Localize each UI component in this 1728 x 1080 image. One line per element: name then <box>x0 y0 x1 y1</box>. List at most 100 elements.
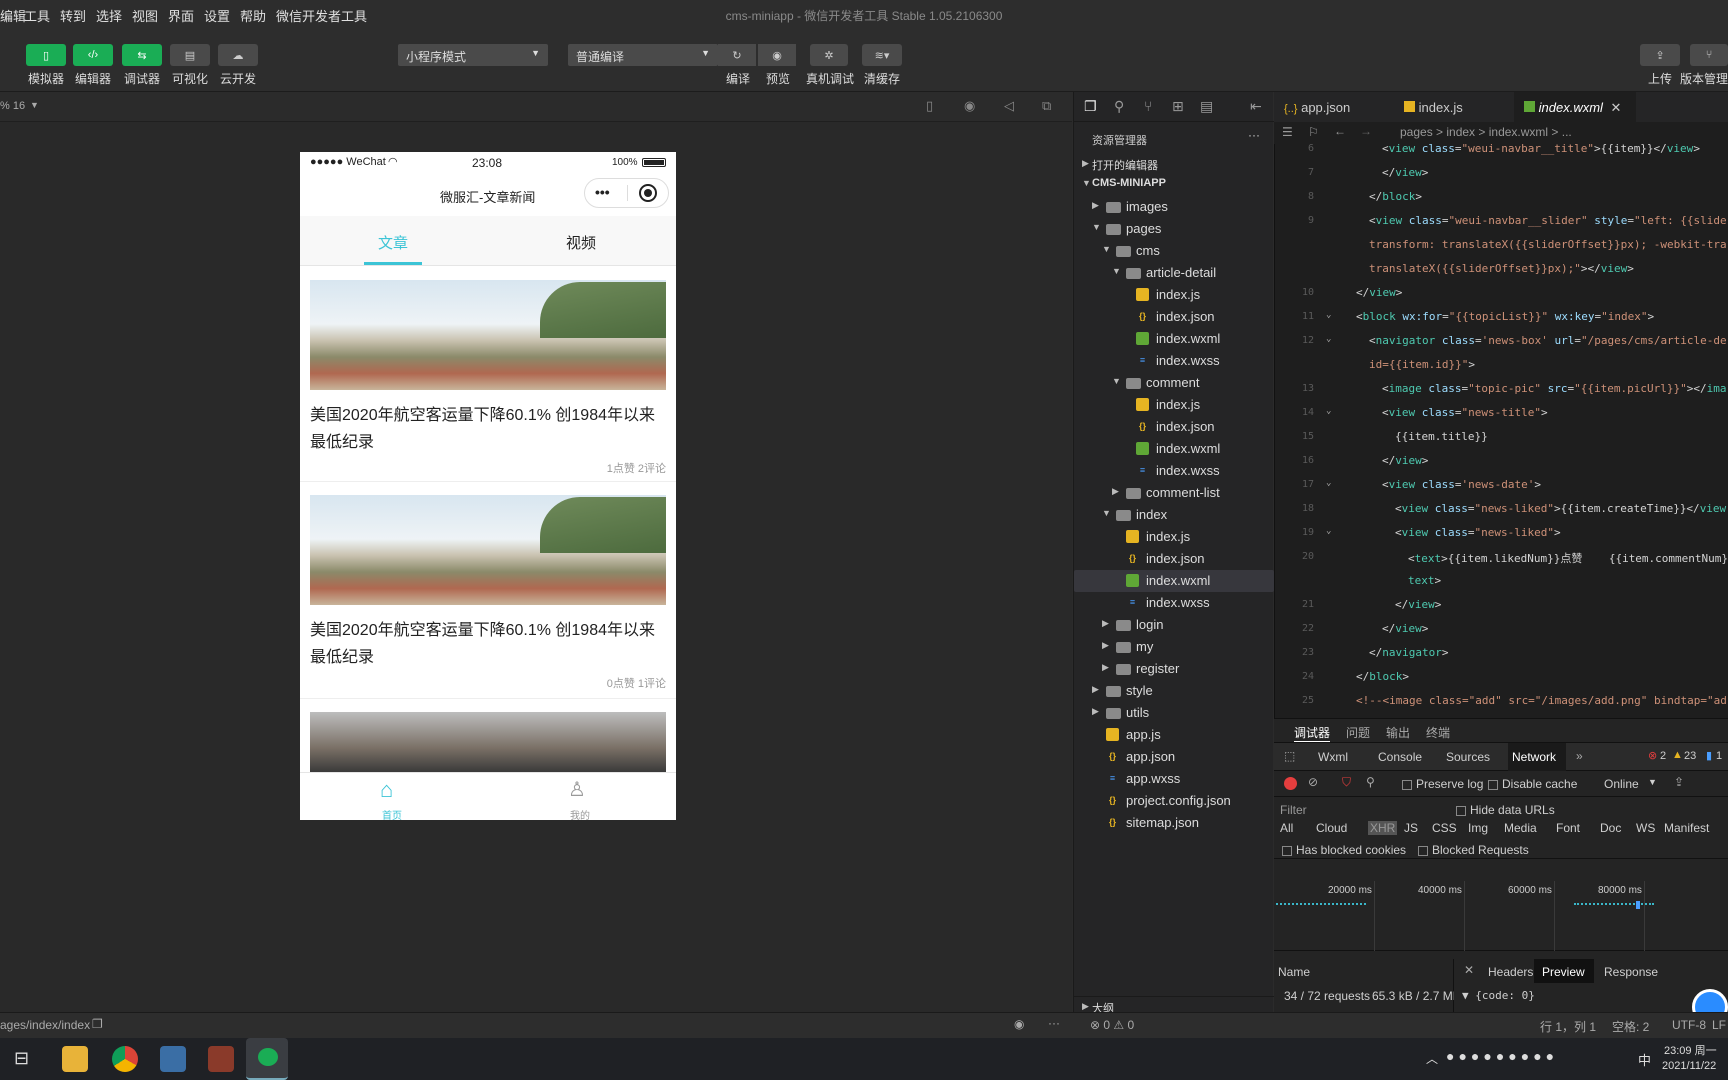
more-tabs-icon[interactable]: » <box>1576 749 1583 763</box>
name-header[interactable]: Name <box>1278 965 1310 979</box>
tree-item[interactable]: ≡ index.wxss <box>1074 592 1274 614</box>
clock-date[interactable]: 2021/11/22 <box>1662 1060 1716 1072</box>
tree-item[interactable]: ▶ style <box>1074 680 1274 702</box>
tree-item[interactable]: app.js <box>1074 724 1274 746</box>
tab-mine-label[interactable]: 我的 <box>570 807 590 820</box>
file-explorer-icon[interactable] <box>62 1046 88 1072</box>
inspect-icon[interactable]: ⬚ <box>1284 749 1295 763</box>
files-icon[interactable]: ❐ <box>1084 98 1097 115</box>
tab-debugger[interactable]: 调试器 <box>1294 724 1331 742</box>
code-line[interactable]: 22 </view> <box>1274 618 1728 642</box>
tab-problems[interactable]: 问题 <box>1346 724 1370 741</box>
code-line[interactable]: translateX({{sliderOffset}}px);"></view> <box>1274 258 1728 282</box>
tab-response[interactable]: Response <box>1604 965 1658 979</box>
editor-toggle-button[interactable]: ‹/› <box>73 44 113 66</box>
tree-item[interactable]: ≡ index.wxss <box>1074 460 1274 482</box>
chrome-icon[interactable] <box>112 1046 138 1072</box>
blocked-cookies-checkbox[interactable]: Has blocked cookies <box>1282 843 1406 857</box>
type-filter-all[interactable]: All <box>1280 821 1293 835</box>
fold-icon[interactable]: ⌄ <box>1326 526 1331 536</box>
tree-item[interactable]: ▼ comment <box>1074 372 1274 394</box>
tree-item[interactable]: {} index.json <box>1074 548 1274 570</box>
warning-count[interactable]: 23 <box>1684 750 1696 762</box>
tree-item[interactable]: {} index.json <box>1074 416 1274 438</box>
type-filter-font[interactable]: Font <box>1556 821 1580 835</box>
tab-console[interactable]: Console <box>1378 750 1422 764</box>
search-icon[interactable]: ⚲ <box>1366 775 1375 789</box>
tree-item[interactable]: {} project.config.json <box>1074 790 1274 812</box>
debugger-toggle-button[interactable]: ⇆ <box>122 44 162 66</box>
image-viewer-icon[interactable] <box>160 1046 186 1072</box>
game-icon[interactable] <box>208 1046 234 1072</box>
tab-app-json[interactable]: {..} app.json <box>1284 92 1394 122</box>
more-icon[interactable]: ··· <box>1248 128 1260 142</box>
tree-item[interactable]: ▶ utils <box>1074 702 1274 724</box>
type-filter-css[interactable]: CSS <box>1432 821 1457 835</box>
code-line[interactable]: 11 ⌄ <block wx:for="{{topicList}}" wx:key=… <box>1274 306 1728 330</box>
type-filter-media[interactable]: Media <box>1504 821 1537 835</box>
more-icon[interactable]: ••• <box>595 184 610 200</box>
error-count[interactable]: 2 <box>1660 750 1666 762</box>
back-icon[interactable]: ← <box>1334 124 1346 138</box>
throttle-select[interactable]: Online <box>1604 777 1639 791</box>
fold-icon[interactable]: ⌄ <box>1326 406 1331 416</box>
code-area[interactable]: 6 <view class="weui-navbar__title">{{item… <box>1274 144 1728 718</box>
tree-item[interactable]: {} sitemap.json <box>1074 812 1274 834</box>
more-icon[interactable]: ··· <box>1048 1016 1060 1030</box>
code-line[interactable]: transform: translateX({{sliderOffset}}px… <box>1274 234 1728 258</box>
code-line[interactable]: 6 <view class="weui-navbar__title">{{item… <box>1274 144 1728 162</box>
encoding[interactable]: UTF-8 <box>1672 1018 1706 1032</box>
code-line[interactable]: 14 ⌄ <view class="news-title"> <box>1274 402 1728 426</box>
code-line[interactable]: 15 {{item.title}} <box>1274 426 1728 450</box>
type-filter-cloud[interactable]: Cloud <box>1316 821 1347 835</box>
tab-terminal[interactable]: 终端 <box>1426 724 1450 741</box>
network-timeline[interactable]: 20000 ms 40000 ms 60000 ms 80000 ms <box>1274 881 1728 951</box>
eye-icon[interactable]: ◉ <box>1014 1017 1024 1031</box>
tab-headers[interactable]: Headers <box>1488 965 1533 979</box>
info-count[interactable]: 1 <box>1716 750 1722 762</box>
code-line[interactable]: 23 </navigator> <box>1274 642 1728 666</box>
eol[interactable]: LF <box>1712 1018 1726 1032</box>
extensions-icon[interactable]: ⊞ <box>1172 98 1184 115</box>
tree-item[interactable]: index.wxml <box>1074 438 1274 460</box>
code-line[interactable]: 7 </view> <box>1274 162 1728 186</box>
record-icon[interactable]: ◉ <box>964 98 975 114</box>
code-line[interactable]: 17 ⌄ <view class='news-date'> <box>1274 474 1728 498</box>
tab-index-js[interactable]: index.js <box>1404 92 1504 122</box>
page-path[interactable]: ages/index/index <box>0 1018 90 1032</box>
list-icon[interactable]: ☰ <box>1282 125 1293 139</box>
code-line[interactable]: text> <box>1274 570 1728 594</box>
task-view-icon[interactable]: ⊟ <box>14 1048 29 1069</box>
tab-sources[interactable]: Sources <box>1446 750 1490 764</box>
project-section[interactable]: ▼ CMS-MINIAPP <box>1074 174 1274 196</box>
type-filter-xhr[interactable]: XHR <box>1368 821 1398 835</box>
fold-icon[interactable]: ⌄ <box>1326 334 1331 344</box>
close-miniprogram-icon[interactable] <box>639 184 657 202</box>
compile-button[interactable]: ↻ <box>718 44 756 66</box>
cloud-dev-button[interactable]: ☁ <box>218 44 258 66</box>
code-line[interactable]: 24 </block> <box>1274 666 1728 690</box>
code-line[interactable]: 9 <view class="weui-navbar__slider" style… <box>1274 210 1728 234</box>
problems-count[interactable]: ⊗ 0 ⚠ 0 <box>1090 1018 1134 1032</box>
tree-item[interactable]: ▶ login <box>1074 614 1274 636</box>
tab-wxml[interactable]: Wxml <box>1318 750 1348 764</box>
indentation[interactable]: 空格: 2 <box>1612 1018 1649 1035</box>
version-button[interactable]: ⑂ <box>1690 44 1728 66</box>
tree-item[interactable]: {} app.json <box>1074 746 1274 768</box>
article-card[interactable]: 美国2020年航空客运量下降60.1% 创1984年以来最低纪录 1点赞 2评论 <box>300 266 676 482</box>
sound-icon[interactable]: ◁ <box>1004 98 1014 114</box>
compile-select[interactable]: 普通编译 ▼ <box>568 44 718 66</box>
forward-icon[interactable]: → <box>1360 124 1372 138</box>
tab-preview[interactable]: Preview <box>1542 965 1585 979</box>
code-line[interactable]: 8 </block> <box>1274 186 1728 210</box>
tree-item[interactable]: ▶ register <box>1074 658 1274 680</box>
code-line[interactable]: 12 ⌄ <navigator class='news-box' url="/pag… <box>1274 330 1728 354</box>
detach-icon[interactable]: ⧉ <box>1042 98 1051 114</box>
clear-icon[interactable]: ⊘ <box>1308 775 1318 789</box>
import-icon[interactable]: ⇪ <box>1674 775 1684 789</box>
panel-icon[interactable]: ⇤ <box>1250 98 1262 115</box>
tree-item[interactable]: ▶ images <box>1074 196 1274 218</box>
tree-item[interactable]: ≡ app.wxss <box>1074 768 1274 790</box>
code-line[interactable]: 25 <!--<image class="add" src="/images/ad… <box>1274 690 1728 714</box>
tree-item[interactable]: ▼ article-detail <box>1074 262 1274 284</box>
